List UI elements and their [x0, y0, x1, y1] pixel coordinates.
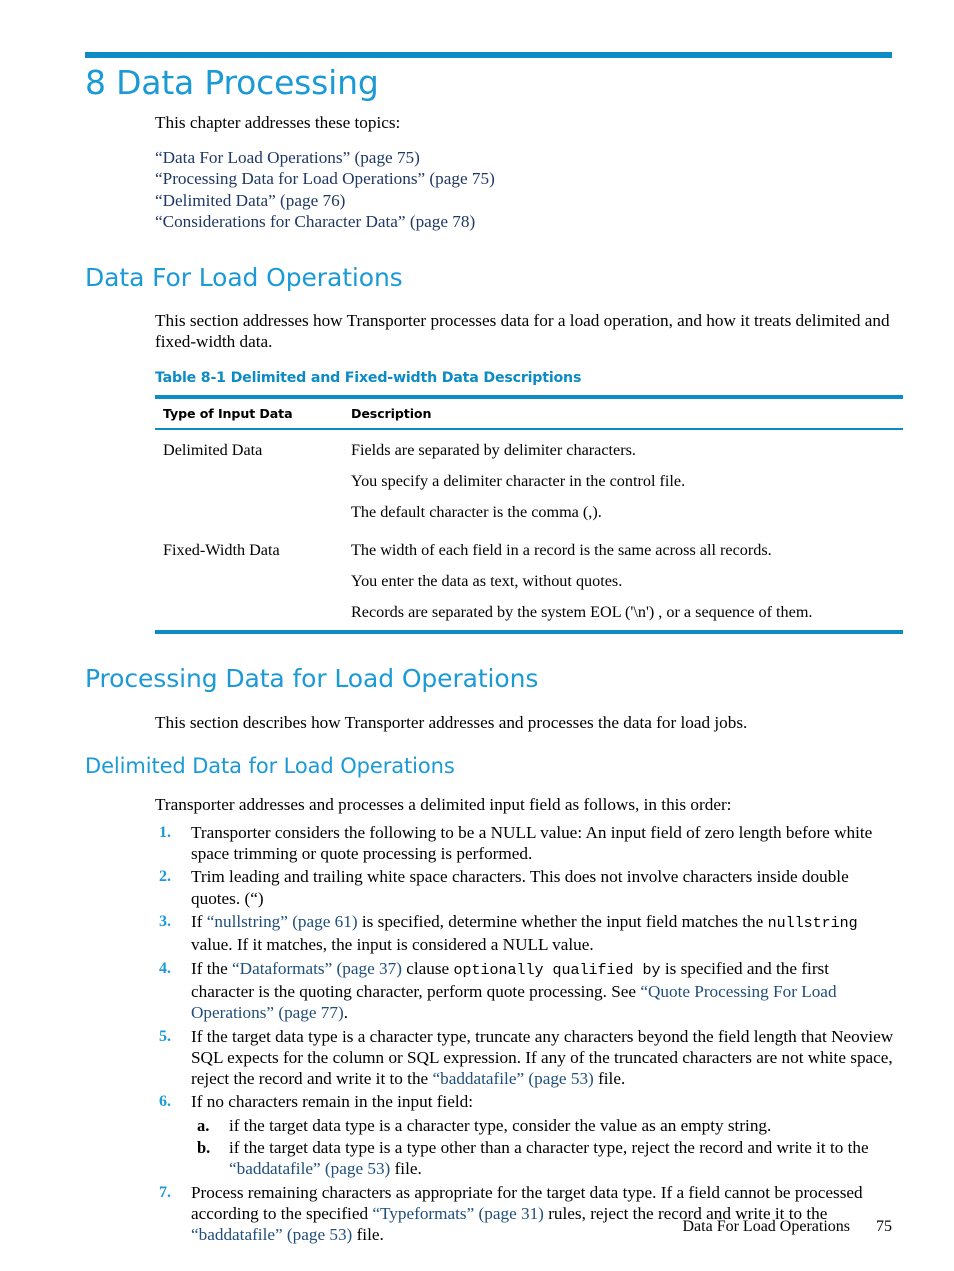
table-caption: Table 8-1 Delimited and Fixed-width Data…: [155, 369, 582, 386]
topic-link[interactable]: “Data For Load Operations” (page 75): [155, 147, 895, 169]
list-marker: 3.: [159, 913, 171, 931]
cell-input-type: Fixed-Width Data: [155, 529, 351, 634]
list-item: 5. If the target data type is a characte…: [155, 1026, 895, 1090]
list-marker: 1.: [159, 823, 171, 841]
text-run: file.: [390, 1159, 422, 1179]
list-item: 6. If no characters remain in the input …: [155, 1091, 895, 1179]
text-run: if the target data type is a type other …: [229, 1138, 869, 1158]
list-marker: 4.: [159, 959, 171, 977]
list-marker: 6.: [159, 1093, 171, 1111]
column-header-description: Description: [351, 394, 903, 430]
cell-description: The width of each field in a record is t…: [351, 529, 903, 634]
list-item-text: Transporter considers the following to b…: [191, 822, 873, 864]
list-marker: b.: [197, 1138, 211, 1158]
description-line: You specify a delimiter character in the…: [351, 471, 686, 490]
inline-code: nullstring: [767, 915, 858, 933]
subsection-paragraph: Transporter addresses and processes a de…: [155, 795, 732, 815]
topic-link[interactable]: “Processing Data for Load Operations” (p…: [155, 168, 895, 190]
table-header: Type of Input Data Description: [155, 394, 903, 430]
cell-description: Fields are separated by delimiter charac…: [351, 429, 903, 530]
text-run: is specified, determine whether the inpu…: [357, 912, 768, 932]
cross-reference-link[interactable]: “baddatafile” (page 53): [229, 1159, 390, 1178]
subsection-body: Transporter addresses and processes a de…: [155, 794, 895, 1245]
list-item-text: If no characters remain in the input fie…: [191, 1092, 474, 1112]
column-header-type: Type of Input Data: [155, 394, 351, 430]
list-item-text: If the target data type is a character t…: [191, 1027, 893, 1089]
subsection-heading-delimited-data-for-load-operations: Delimited Data for Load Operations: [85, 754, 455, 779]
list-marker: 5.: [159, 1027, 171, 1045]
processing-steps-list: 1. Transporter considers the following t…: [155, 822, 895, 1246]
section-heading-processing-data-for-load-operations: Processing Data for Load Operations: [85, 663, 539, 693]
list-item-text: if the target data type is a type other …: [229, 1138, 869, 1178]
list-item-text: if the target data type is a character t…: [229, 1116, 771, 1135]
section-body-processing: This section describes how Transporter a…: [155, 712, 895, 734]
description-line: Records are separated by the system EOL …: [351, 602, 813, 621]
description-line: Fields are separated by delimiter charac…: [351, 440, 636, 459]
list-item-text: If the “Dataformats” (page 37) clause op…: [191, 959, 837, 1023]
page-footer: Data For Load Operations 75: [85, 1218, 892, 1236]
section-body-data-for-load: This section addresses how Transporter p…: [155, 310, 903, 634]
description-line: The width of each field in a record is t…: [351, 540, 772, 559]
text-run: file.: [593, 1069, 626, 1089]
footer-page-number: 75: [876, 1218, 892, 1235]
table-row: Fixed-Width Data The width of each field…: [155, 529, 903, 634]
inline-code: optionally qualified by: [453, 961, 661, 979]
text-run: if the target data type is a character t…: [229, 1115, 772, 1135]
footer-section-title: Data For Load Operations: [682, 1218, 850, 1235]
description-line: You enter the data as text, without quot…: [351, 571, 623, 590]
delimited-fixedwidth-table: Type of Input Data Description Delimited…: [155, 394, 903, 634]
page-title: 8 Data Processing: [85, 63, 379, 102]
text-run: clause: [401, 958, 454, 978]
text-run: If: [191, 912, 207, 932]
table-row: Delimited Data Fields are separated by d…: [155, 429, 903, 530]
list-item-text: Trim leading and trailing white space ch…: [191, 867, 849, 908]
header-rule: [85, 52, 892, 58]
list-item: 4. If the “Dataformats” (page 37) clause…: [155, 958, 895, 1024]
chapter-intro: This chapter addresses these topics: “Da…: [155, 112, 895, 233]
list-item: 3. If “nullstring” (page 61) is specifie…: [155, 911, 895, 956]
page-content: This chapter addresses these topics: “Da…: [85, 112, 903, 1248]
list-item: 2. Trim leading and trailing white space…: [155, 866, 895, 909]
text-run: .: [343, 1003, 349, 1023]
list-item: a. if the target data type is a characte…: [191, 1115, 895, 1136]
list-marker: a.: [197, 1115, 210, 1135]
topic-link[interactable]: “Considerations for Character Data” (pag…: [155, 211, 895, 233]
list-item: 1. Transporter considers the following t…: [155, 822, 895, 865]
cell-input-type: Delimited Data: [163, 440, 263, 459]
document-page: 8 Data Processing This chapter addresses…: [0, 0, 954, 1271]
table-header-row: Type of Input Data Description: [155, 394, 903, 430]
list-item-text: If “nullstring” (page 61) is specified, …: [191, 912, 858, 954]
cross-reference-link[interactable]: “nullstring” (page 61): [207, 912, 358, 931]
list-marker: 2.: [159, 868, 171, 886]
text-run: value. If it matches, the input is consi…: [191, 935, 594, 955]
section-heading-data-for-load-operations: Data For Load Operations: [85, 262, 403, 292]
list-item: b. if the target data type is a type oth…: [191, 1137, 895, 1180]
cross-reference-link[interactable]: “Dataformats” (page 37): [232, 959, 402, 978]
section-paragraph: This section describes how Transporter a…: [155, 712, 748, 732]
description-line: The default character is the comma (,).: [351, 502, 602, 521]
text-run: If the: [191, 958, 233, 978]
list-marker: 7.: [159, 1183, 171, 1201]
processing-substeps-list: a. if the target data type is a characte…: [191, 1115, 895, 1180]
section-paragraph: This section addresses how Transporter p…: [155, 310, 890, 352]
topic-link-list: “Data For Load Operations” (page 75) “Pr…: [155, 147, 895, 233]
intro-lead: This chapter addresses these topics:: [155, 113, 401, 132]
table-body: Delimited Data Fields are separated by d…: [155, 429, 903, 634]
cross-reference-link[interactable]: “baddatafile” (page 53): [432, 1069, 593, 1088]
topic-link[interactable]: “Delimited Data” (page 76): [155, 190, 895, 212]
